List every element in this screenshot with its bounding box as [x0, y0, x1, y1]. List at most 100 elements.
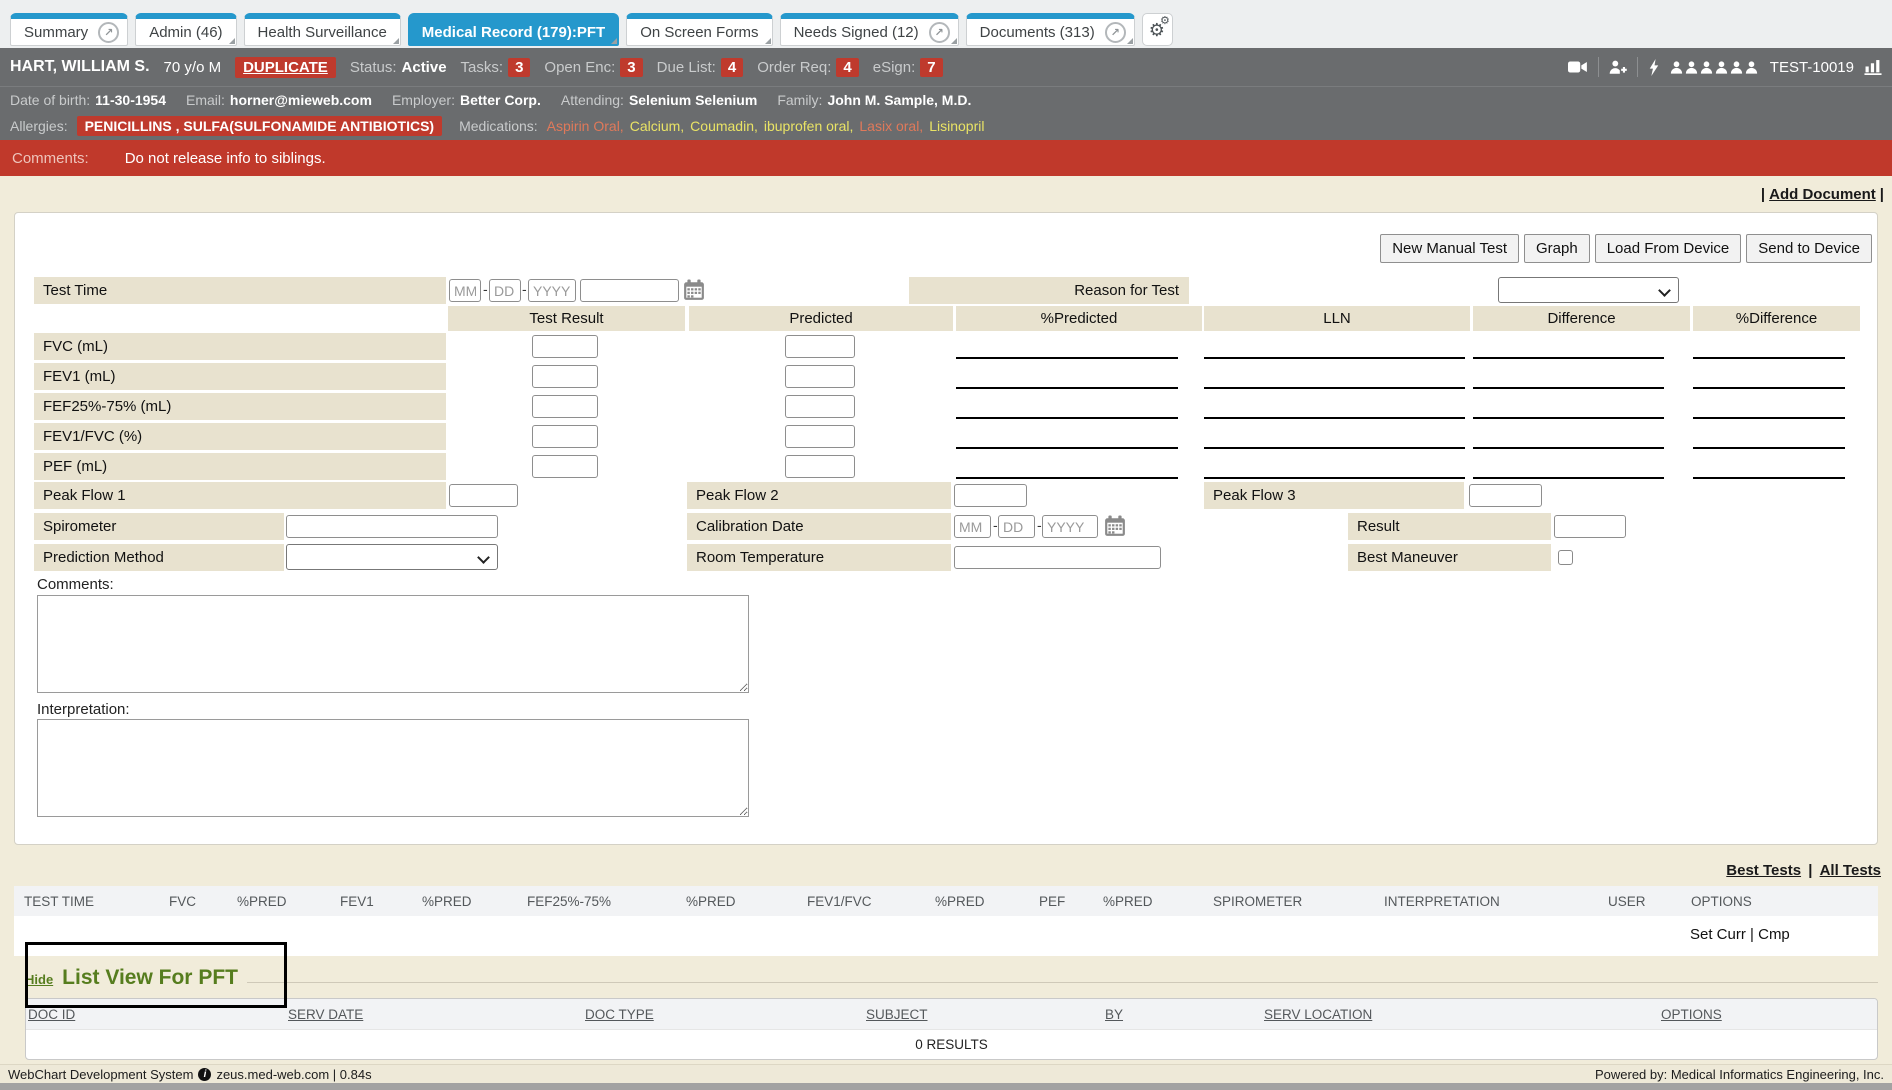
medication-item[interactable]: Coumadin, — [690, 118, 758, 134]
tab-admin[interactable]: Admin (46) — [135, 13, 236, 46]
tab-documents[interactable]: Documents (313) ↗ — [966, 13, 1135, 46]
fev1-predicted-input[interactable] — [785, 365, 855, 388]
calendar-icon[interactable] — [683, 279, 705, 301]
medication-item[interactable]: Aspirin Oral, — [547, 118, 624, 134]
calendar-icon[interactable] — [1104, 515, 1126, 537]
calibration-year-input[interactable] — [1042, 515, 1098, 538]
tab-medical-record[interactable]: Medical Record (179):PFT — [408, 13, 619, 46]
col-interpretation: INTERPRETATION — [1384, 894, 1608, 909]
lightning-icon[interactable] — [1648, 59, 1660, 76]
set-curr-link[interactable]: Set Curr — [1690, 926, 1746, 943]
best-maneuver-label: Best Maneuver — [1348, 544, 1551, 571]
doc-list-empty-row: 0 RESULTS — [26, 1029, 1877, 1059]
col-subject[interactable]: SUBJECT — [866, 1007, 1105, 1022]
new-manual-test-button[interactable]: New Manual Test — [1380, 234, 1519, 263]
tasks-count-badge[interactable]: 3 — [508, 58, 530, 77]
medication-item[interactable]: ibuprofen oral, — [764, 118, 854, 134]
patient-name: HART, WILLIAM S. — [10, 58, 150, 76]
fef-row: FEF25%-75% (mL) — [15, 393, 1877, 420]
col-serv-location[interactable]: SERV LOCATION — [1264, 1007, 1661, 1022]
open-enc-count-badge[interactable]: 3 — [620, 58, 642, 77]
bar-chart-icon[interactable] — [1864, 59, 1882, 75]
prediction-method-select[interactable] — [286, 544, 498, 570]
calibration-date-label: Calibration Date — [687, 513, 951, 540]
peak-flow-3-label: Peak Flow 3 — [1204, 482, 1464, 509]
graph-button[interactable]: Graph — [1524, 234, 1590, 263]
add-document-link[interactable]: Add Document — [1769, 186, 1876, 203]
reason-for-test-select[interactable] — [1498, 277, 1679, 303]
add-person-icon[interactable] — [1609, 60, 1627, 75]
cmp-link[interactable]: Cmp — [1758, 926, 1790, 943]
peak-flow-3-input[interactable] — [1469, 484, 1542, 507]
fev1-fvc-pct-predicted-line — [956, 447, 1178, 449]
open-enc-label: Open Enc: — [544, 59, 615, 76]
medication-item[interactable]: Calcium, — [630, 118, 684, 134]
interpretation-textarea[interactable] — [37, 719, 749, 817]
best-tests-link[interactable]: Best Tests — [1726, 862, 1801, 879]
room-temperature-input[interactable] — [954, 546, 1161, 569]
fev1-fvc-test-result-input[interactable] — [532, 425, 598, 448]
esign-count-badge[interactable]: 7 — [920, 58, 942, 77]
all-tests-link[interactable]: All Tests — [1820, 862, 1881, 879]
esign-label: eSign: — [873, 59, 916, 76]
peak-flow-1-input[interactable] — [449, 484, 518, 507]
result-input[interactable] — [1554, 515, 1626, 538]
spirometer-input[interactable] — [286, 515, 498, 538]
doc-list-legend: Hide List View For PFT — [25, 966, 1878, 990]
tab-on-screen-forms[interactable]: On Screen Forms — [626, 13, 772, 46]
test-time-year-input[interactable] — [528, 279, 576, 302]
col-serv-date[interactable]: SERV DATE — [288, 1007, 585, 1022]
fvc-test-result-input[interactable] — [532, 335, 598, 358]
duplicate-flag[interactable]: DUPLICATE — [235, 57, 336, 78]
test-time-day-input[interactable] — [489, 279, 521, 302]
hide-link[interactable]: Hide — [25, 972, 53, 987]
col-doc-type[interactable]: DOC TYPE — [585, 1007, 866, 1022]
medication-item[interactable]: Lisinopril — [929, 118, 984, 134]
fef-predicted-input[interactable] — [785, 395, 855, 418]
fef-test-result-input[interactable] — [532, 395, 598, 418]
col-test-result: Test Result — [448, 306, 685, 331]
tab-menu-fold-icon — [1127, 38, 1133, 44]
order-req-count-badge[interactable]: 4 — [836, 58, 858, 77]
test-time-time-input[interactable] — [580, 279, 679, 302]
due-list-count-badge[interactable]: 4 — [721, 58, 743, 77]
external-link-icon[interactable]: ↗ — [1105, 22, 1126, 43]
tab-health-surveillance[interactable]: Health Surveillance — [244, 13, 401, 46]
external-link-icon[interactable]: ↗ — [929, 22, 950, 43]
fvc-predicted-input[interactable] — [785, 335, 855, 358]
settings-button[interactable]: ⚙ ⚙ — [1142, 13, 1173, 46]
medication-item[interactable]: Lasix oral, — [859, 118, 923, 134]
fef-difference-line — [1473, 417, 1664, 419]
fev1-test-result-input[interactable] — [532, 365, 598, 388]
col-doc-id[interactable]: DOC ID — [28, 1007, 288, 1022]
col-pct-pred: %PRED — [422, 894, 527, 909]
col-by[interactable]: BY — [1105, 1007, 1264, 1022]
send-to-device-button[interactable]: Send to Device — [1746, 234, 1872, 263]
allergies-badge[interactable]: PENICILLINS , SULFA(SULFONAMIDE ANTIBIOT… — [77, 116, 442, 136]
pft-comments-textarea[interactable] — [37, 595, 749, 693]
test-time-month-input[interactable] — [449, 279, 481, 302]
calibration-month-input[interactable] — [954, 515, 991, 538]
col-options[interactable]: OPTIONS — [1661, 1007, 1722, 1022]
tab-summary[interactable]: Summary ↗ — [10, 13, 128, 46]
external-link-icon[interactable]: ↗ — [98, 22, 119, 43]
active-users-icons[interactable] — [1670, 61, 1758, 74]
peak-flow-2-input[interactable] — [954, 484, 1027, 507]
tab-needs-signed[interactable]: Needs Signed (12) ↗ — [780, 13, 959, 46]
pef-lln-line — [1204, 477, 1465, 479]
tab-health-surveillance-label: Health Surveillance — [258, 24, 387, 41]
peak-flow-1-label: Peak Flow 1 — [34, 482, 446, 509]
fef-pct-predicted-line — [956, 417, 1178, 419]
info-icon[interactable]: i — [198, 1068, 211, 1081]
spirometer-row: Spirometer Calibration Date - - Result — [15, 513, 1877, 540]
fev1-fvc-predicted-input[interactable] — [785, 425, 855, 448]
tab-needs-signed-label: Needs Signed (12) — [794, 24, 919, 41]
calibration-day-input[interactable] — [998, 515, 1035, 538]
fev1-pct-predicted-line — [956, 387, 1178, 389]
pef-test-result-input[interactable] — [532, 455, 598, 478]
video-camera-icon[interactable] — [1568, 60, 1588, 74]
dob-value: 11-30-1954 — [95, 92, 166, 108]
pef-predicted-input[interactable] — [785, 455, 855, 478]
load-from-device-button[interactable]: Load From Device — [1595, 234, 1742, 263]
best-maneuver-checkbox[interactable] — [1558, 550, 1573, 565]
